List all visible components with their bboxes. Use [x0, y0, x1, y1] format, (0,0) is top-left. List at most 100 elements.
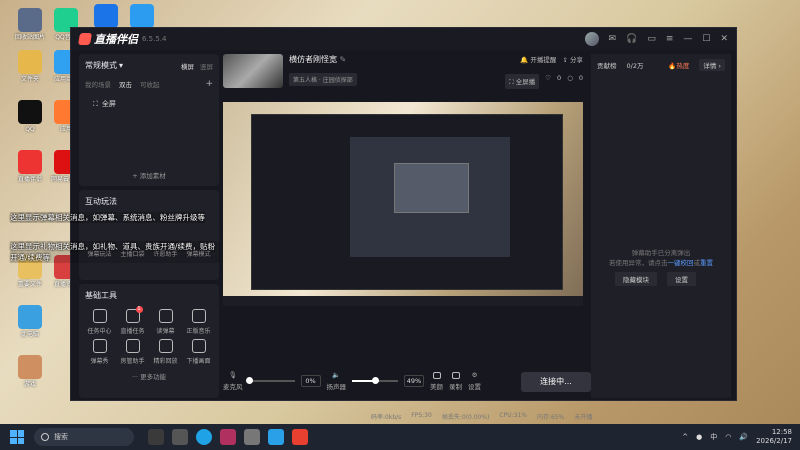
share-button[interactable]: 分享 — [570, 56, 583, 64]
tool-icon — [158, 339, 173, 353]
beauty-button[interactable]: 美颜 — [430, 371, 443, 391]
status-item: 帧丢失:0(0.00%) — [441, 414, 490, 421]
live-companion-taskbar-icon[interactable] — [292, 429, 308, 445]
desktop-icon[interactable]: 回收站图片 — [10, 8, 50, 42]
logo-icon — [77, 33, 93, 45]
speaker-control[interactable]: 🔈 扬声器 — [327, 371, 347, 391]
menu-icon[interactable]: ≡ — [666, 34, 674, 44]
system-tray: ^ ● 中 ◠ 🔊 12:58 2026/2/17 — [682, 428, 800, 446]
clock-time: 12:58 — [771, 428, 792, 436]
desktop-app-icon — [18, 355, 42, 379]
desktop-app-icon — [130, 4, 154, 28]
stream-cover[interactable] — [223, 54, 283, 88]
reset-link[interactable]: 重置 — [700, 259, 713, 267]
add-material-button[interactable]: + 添加素材 — [79, 170, 219, 180]
desktop-icon[interactable]: 直播伴侣 — [10, 150, 50, 184]
basic-tool[interactable]: 下播画面 — [184, 339, 213, 365]
basic-tool[interactable]: 精彩回放 — [151, 339, 180, 365]
desktop-icon[interactable]: 文件夹 — [10, 50, 50, 84]
taskbar-app-icon[interactable] — [148, 429, 164, 445]
taskbar-app-icon[interactable] — [220, 429, 236, 445]
tab-portrait[interactable]: 竖屏 — [200, 61, 213, 71]
maximize-icon[interactable]: ☐ — [702, 34, 710, 44]
avatar[interactable] — [584, 32, 599, 46]
hot-badge[interactable]: 🔥热度 — [668, 60, 689, 70]
desktop-icon[interactable]: 游戏 — [10, 355, 50, 389]
scene-item-fullscreen[interactable]: ⛶ 全屏 — [85, 97, 213, 111]
taskbar-app-icon[interactable] — [172, 429, 188, 445]
speaker-knob[interactable] — [371, 377, 379, 384]
clock[interactable]: 12:58 2026/2/17 — [756, 428, 792, 446]
record-button[interactable]: 录制 — [449, 371, 462, 391]
contribution-tab[interactable]: 贡献榜 — [597, 60, 617, 70]
detail-button[interactable]: 详情 › — [699, 59, 725, 71]
chat-icon[interactable]: ▭ — [647, 34, 656, 44]
mode-dropdown[interactable]: 常规模式 — [85, 60, 117, 71]
minimize-icon[interactable]: — — [683, 34, 692, 44]
scene-tabs: 我的场景 双击 可收起 + — [85, 79, 213, 89]
tool-icon — [92, 339, 107, 353]
add-scene-icon[interactable]: + — [205, 79, 213, 89]
tray-lang[interactable]: 中 — [710, 432, 717, 442]
comment-icon: ○ — [567, 74, 573, 82]
steam-icon[interactable]: ● — [696, 433, 702, 441]
windows-start-icon[interactable] — [10, 430, 24, 444]
category-chip[interactable]: 第五人格 · 庄园侦探部 — [289, 73, 357, 86]
basic-tool[interactable]: 弹幕秀 — [85, 339, 114, 365]
bell-icon: 🔔 — [520, 56, 529, 64]
mail-icon[interactable]: ✉ — [609, 34, 617, 44]
tray-chevron-icon[interactable]: ^ — [682, 433, 688, 441]
basic-tool[interactable]: 读弹幕 — [151, 309, 180, 335]
right-panel: 贡献榜 0/2万 🔥热度 详情 › 弹幕助手已分离弹出 若使用异常，请点击一键校… — [591, 54, 731, 398]
basic-tool[interactable]: 房管助手 — [118, 339, 147, 365]
mic-control[interactable]: 🎙 麦克风 — [223, 371, 243, 391]
wifi-icon[interactable]: ◠ — [725, 433, 731, 441]
headset-icon[interactable]: 🎧 — [626, 34, 637, 44]
announce-button[interactable]: 开播提醒 — [530, 56, 556, 64]
tool-label: 正版音乐 — [186, 328, 211, 335]
basic-tool[interactable]: 1 直播任务 — [118, 306, 147, 335]
taskbar-search[interactable]: 搜索 — [34, 428, 134, 446]
mic-slider[interactable] — [245, 377, 295, 384]
preview-canvas[interactable] — [223, 102, 583, 306]
settings-button[interactable]: ⚙ 设置 — [468, 371, 481, 391]
taskbar-app-icon[interactable] — [268, 429, 284, 445]
msg-pre: 若使用异常，请点击 — [609, 259, 668, 267]
desktop-app-icon — [18, 305, 42, 329]
desktop-icon[interactable]: QQ — [10, 100, 50, 134]
more-functions-button[interactable]: ··· 更多功能 — [85, 371, 213, 381]
notification-badge: 1 — [135, 306, 143, 313]
close-icon[interactable]: ✕ — [720, 34, 728, 44]
tool-label: 直播任务 — [120, 328, 145, 335]
center-panel: 横仿者刚怪宽 ✎ 第五人格 · 庄园侦探部 🔔 开播提醒 ⇪ 分享 ⛶ 全屏播 … — [223, 54, 583, 398]
record-icon — [451, 371, 460, 379]
edit-icon[interactable]: ✎ — [340, 55, 347, 64]
right-settings-button[interactable]: 设置 — [667, 272, 696, 286]
mic-knob[interactable] — [245, 377, 253, 384]
danmu-overlay-line: 这里显示弹幕相关消息，如弹幕、系统消息、粉丝牌升级等 — [10, 212, 205, 223]
taskbar-app-icon[interactable] — [244, 429, 260, 445]
volume-icon[interactable]: 🔊 — [739, 433, 748, 441]
stream-title[interactable]: 横仿者刚怪宽 — [289, 55, 337, 64]
connect-button[interactable]: 连接中... — [521, 372, 591, 392]
fullscreen-play-button[interactable]: ⛶ 全屏播 — [505, 74, 540, 89]
scene-panel: 常规模式 ▾ 横屏 竖屏 我的场景 双击 可收起 + ⛶ 全屏 + 添加素材 — [79, 54, 219, 186]
tool-label: 读弹幕 — [156, 328, 175, 335]
hide-module-button[interactable]: 隐藏模块 — [615, 272, 657, 286]
basic-tool[interactable]: 任务中心 — [85, 309, 114, 335]
tab-collapsible[interactable]: 可收起 — [140, 79, 160, 89]
speaker-label: 扬声器 — [326, 383, 347, 391]
tab-landscape[interactable]: 横屏 — [181, 61, 194, 71]
mic-label: 麦克风 — [223, 383, 243, 391]
basic-tool[interactable]: 正版音乐 — [184, 309, 213, 335]
status-item: CPU:31% — [499, 412, 527, 419]
detail-label: 详情 — [703, 62, 717, 70]
gift-overlay-line: 这里显示礼物相关消息，如礼物、道具、贵族开通/续费，贴粉开通/续费等 — [10, 241, 220, 263]
edge-icon[interactable] — [196, 429, 212, 445]
speaker-slider[interactable] — [352, 377, 398, 384]
one-click-restore-link[interactable]: 一键校回 — [668, 259, 694, 267]
more-label: 更多功能 — [140, 373, 167, 381]
tab-double-click[interactable]: 双击 — [119, 79, 132, 89]
tab-my-scenes[interactable]: 我的场景 — [85, 79, 111, 89]
desktop-icon[interactable]: 此电脑 — [10, 305, 50, 339]
